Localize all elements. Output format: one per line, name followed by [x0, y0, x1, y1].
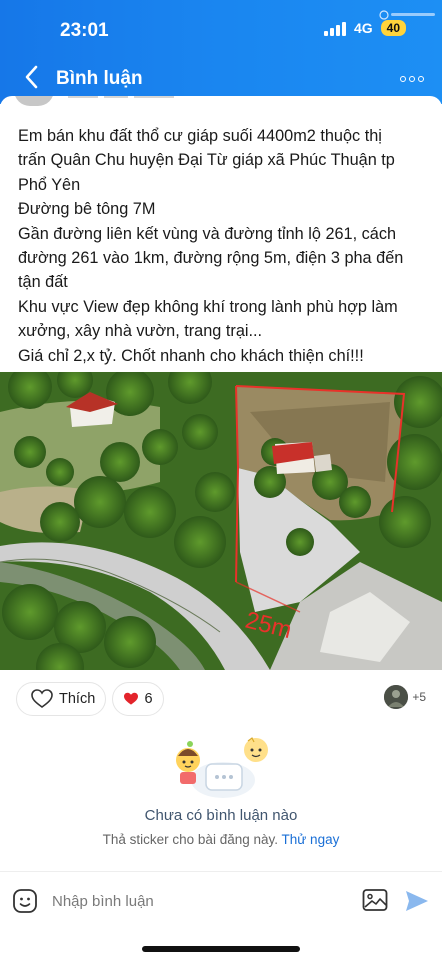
viewer-avatar [384, 685, 409, 709]
post-line: trấn Quân Chu huyện Đại Từ giáp xã Phúc … [18, 151, 395, 170]
post-line: Em bán khu đất thổ cư giáp suối 4400m2 t… [18, 127, 382, 145]
heart-filled-icon [124, 692, 139, 705]
like-button[interactable]: Thích [16, 682, 106, 716]
heart-outline-icon [31, 689, 53, 708]
sticker-prompt: Thả sticker cho bài đăng này. [102, 832, 278, 847]
empty-comments-subtitle: Thả sticker cho bài đăng này. Thử ngay [0, 832, 442, 847]
post-line: Đường bê tông 7M [18, 200, 156, 219]
post-line: xưởng, xây nhà vườn, trang trại... [18, 322, 263, 341]
viewers-more-count: +5 [412, 690, 426, 704]
reaction-row: Thích 6 +5 [16, 682, 426, 716]
empty-comments-title: Chưa có bình luận nào [144, 807, 298, 824]
like-label: Thích [59, 691, 96, 707]
more-options-icon[interactable] [400, 76, 424, 82]
post-body: Em bán khu đất thổ cư giáp suối 4400m2 t… [18, 124, 434, 368]
signal-icon [323, 20, 346, 36]
sticker-illustration [176, 737, 268, 798]
viewers-group[interactable]: +5 [384, 685, 426, 709]
network-label: 4G [353, 20, 373, 36]
post-line: Khu vực View đẹp không khí trong lành ph… [18, 297, 398, 316]
watermark-logo [378, 8, 438, 24]
comment-input-bar [0, 871, 442, 933]
heart-count: 6 [144, 691, 153, 707]
comment-input[interactable] [52, 886, 342, 916]
post-line: tận đất [18, 273, 68, 292]
page-title: Bình luận [56, 68, 143, 89]
post-line: Phổ Yên [18, 175, 81, 194]
image-icon[interactable] [362, 888, 388, 912]
emoji-icon[interactable] [12, 888, 38, 914]
comment-sheet: Em bán khu đất thổ cư giáp suối 4400m2 t… [0, 96, 442, 960]
send-icon[interactable] [404, 888, 430, 914]
status-time: 23:01 [60, 20, 109, 41]
post-line: Gần đường liên kết vùng và đường tỉnh lộ… [18, 224, 397, 243]
heart-reaction-count[interactable]: 6 [112, 682, 164, 716]
post-line: Giá chỉ 2,x tỷ. Chốt nhanh cho khách thi… [18, 346, 364, 365]
try-now-link[interactable]: Thử ngay [282, 832, 340, 847]
post-line: đường 261 vào 1km, đường rộng 5m, điện 3… [18, 249, 404, 268]
author-avatar [14, 96, 54, 106]
back-arrow-icon[interactable] [22, 64, 42, 90]
post-date-faded [68, 96, 174, 98]
land-aerial-photo[interactable]: 25m [0, 372, 442, 670]
home-indicator [142, 946, 300, 952]
app-header: 23:01 4G 40 Bình luận [0, 0, 442, 104]
